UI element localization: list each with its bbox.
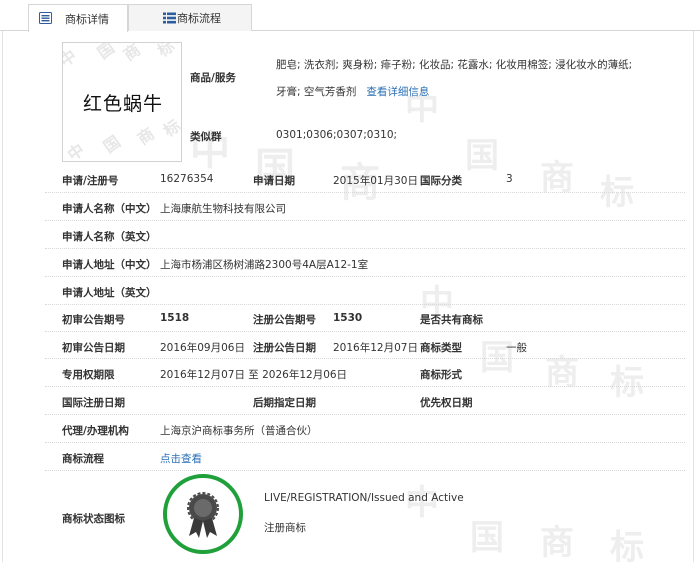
tm-type-label: 商标类型 [420,342,462,354]
row-divider [45,331,685,332]
tab-trademark-flow[interactable]: 商标流程 [128,4,252,31]
document-icon [39,12,52,24]
agent-value: 上海京沪商标事务所（普通合伙） [160,425,318,437]
prelim-no-label: 初审公告期号 [62,314,125,326]
goods-more-link[interactable]: 查看详细信息 [366,86,429,98]
row-divider [45,304,685,305]
similar-group-label: 类似群 [190,131,222,143]
goods-list: 肥皂; 洗衣剂; 爽身粉; 痱子粉; 化妆品; 花露水; 化妆用棉签; 浸化妆水… [276,59,633,98]
goods-value: 肥皂; 洗衣剂; 爽身粉; 痱子粉; 化妆品; 花露水; 化妆用棉签; 浸化妆水… [276,52,638,106]
address-cn-value: 上海市杨浦区杨树浦路2300号4A层A12-1室 [160,259,369,271]
applicant-en-label: 申请人名称（英文） [62,231,157,243]
flow-view-link[interactable]: 点击查看 [160,451,202,466]
app-date-value: 2015年01月30日 [333,175,418,187]
prelim-date-value: 2016年09月06日 [160,342,245,354]
tab-flow-label: 商标流程 [177,12,221,25]
registered-badge-icon [163,474,243,554]
row-divider [45,470,685,471]
applicant-cn-value: 上海康航生物科技有限公司 [160,203,286,215]
watermark-char: 国 [93,42,118,63]
app-date-label: 申请日期 [253,175,295,187]
reg-ann-date-label: 注册公告日期 [253,342,316,354]
similar-group-value: 0301;0306;0307;0310; [276,129,398,141]
status-cn-text: 注册商标 [264,522,306,534]
priority-date-label: 优先权日期 [420,397,473,409]
reg-no-label: 申请/注册号 [62,175,119,187]
applicant-cn-label: 申请人名称（中文） [62,203,157,215]
reg-ann-no-label: 注册公告期号 [253,314,316,326]
later-date-label: 后期指定日期 [253,397,316,409]
exclusive-period-value: 2016年12月07日 至 2026年12月06日 [160,369,348,381]
goods-label: 商品/服务 [190,72,236,84]
tab-trademark-details[interactable]: 商标详情 [28,4,128,32]
row-divider [45,248,685,249]
row-divider [45,386,685,387]
row-divider [45,192,685,193]
address-cn-label: 申请人地址（中文） [62,259,157,271]
tm-type-value: 一般 [506,342,527,354]
trademark-name-text: 红色蜗牛 [82,93,163,115]
intl-class-label: 国际分类 [420,175,462,187]
prelim-no-value: 1518 [160,312,190,324]
row-divider [45,276,685,277]
watermark-char: 中 [63,139,88,162]
row-divider [45,442,685,443]
trademark-image: 中 国 商 标 中 国 商 标 红色蜗牛 [62,42,182,162]
row-divider [45,220,685,221]
watermark-char: 商 [133,123,158,149]
status-en-text: LIVE/REGISTRATION/Issued and Active [264,492,464,504]
watermark-char: 国 [99,131,124,157]
reg-no-value: 16276354 [160,173,214,185]
award-ribbon-icon [187,492,219,538]
agent-label: 代理/办理机构 [62,425,129,437]
address-en-label: 申请人地址（英文） [62,287,157,299]
watermark-char: 标 [153,42,178,61]
watermark-char: 商 [119,42,144,65]
shared-tm-label: 是否共有商标 [420,314,483,326]
list-icon [163,12,176,24]
watermark-char: 标 [159,115,182,141]
intl-reg-date-label: 国际注册日期 [62,397,125,409]
exclusive-period-label: 专用权期限 [62,369,115,381]
tab-details-label: 商标详情 [65,12,109,26]
reg-ann-date-value: 2016年12月07日 [333,342,418,354]
flow-label: 商标流程 [62,453,104,465]
intl-class-value: 3 [506,173,513,185]
tab-bar: 商标详情 商标流程 [0,0,700,32]
watermark-char: 中 [62,45,80,71]
status-icon-label: 商标状态图标 [62,513,125,525]
tm-form-label: 商标形式 [420,369,462,381]
prelim-date-label: 初审公告日期 [62,342,125,354]
row-divider [45,358,685,359]
reg-ann-no-value: 1530 [333,312,363,324]
row-divider [45,414,685,415]
